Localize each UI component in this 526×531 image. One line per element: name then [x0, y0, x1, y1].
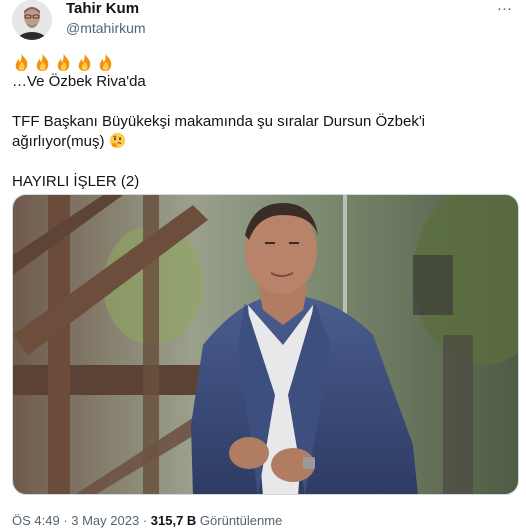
tweet-line: HAYIRLI İŞLER (2) — [12, 173, 140, 190]
fire-emoji-icon — [54, 53, 73, 72]
tweet-time[interactable]: ÖS 4:49 — [12, 513, 60, 528]
view-count: 315,7 B — [150, 513, 197, 528]
fire-emoji-row — [12, 52, 512, 72]
tweet-line: TFF Başkanı Büyükekşi makamında şu sıral… — [12, 113, 426, 130]
tweet-photo[interactable] — [12, 194, 519, 495]
tweet-line: …Ve Özbek Riva'da — [12, 73, 146, 90]
views-label: Görüntülenme — [196, 513, 283, 528]
meta-separator: · — [59, 513, 72, 528]
more-options-icon[interactable]: … — [494, 0, 516, 17]
tweet-line-with-emoji: ağırlıyor(muş) — [12, 132, 512, 152]
avatar[interactable] — [12, 0, 52, 40]
fire-emoji-icon — [96, 53, 115, 72]
meta-separator: · — [139, 513, 151, 528]
display-name[interactable]: Tahir Kum — [66, 0, 146, 18]
fire-emoji-icon — [12, 53, 31, 72]
tweet: Tahir Kum @mtahirkum … …Ve Özbek Riva'da… — [0, 0, 526, 531]
photo-man-in-suit — [13, 195, 518, 494]
thinking-face-icon — [109, 132, 125, 149]
tweet-header: Tahir Kum @mtahirkum … — [12, 0, 518, 42]
tweet-meta: ÖS 4:49 · 3 May 2023 · 315,7 B Görüntüle… — [12, 512, 282, 529]
author-names: Tahir Kum @mtahirkum — [66, 0, 146, 37]
tweet-text: …Ve Özbek Riva'da TFF Başkanı Büyükekşi … — [12, 52, 512, 192]
fire-emoji-icon — [75, 53, 94, 72]
handle[interactable]: @mtahirkum — [66, 19, 146, 37]
fire-emoji-icon — [33, 53, 52, 72]
tweet-date[interactable]: 3 May 2023 — [71, 513, 139, 528]
tweet-line-text: ağırlıyor(muş) — [12, 133, 105, 150]
